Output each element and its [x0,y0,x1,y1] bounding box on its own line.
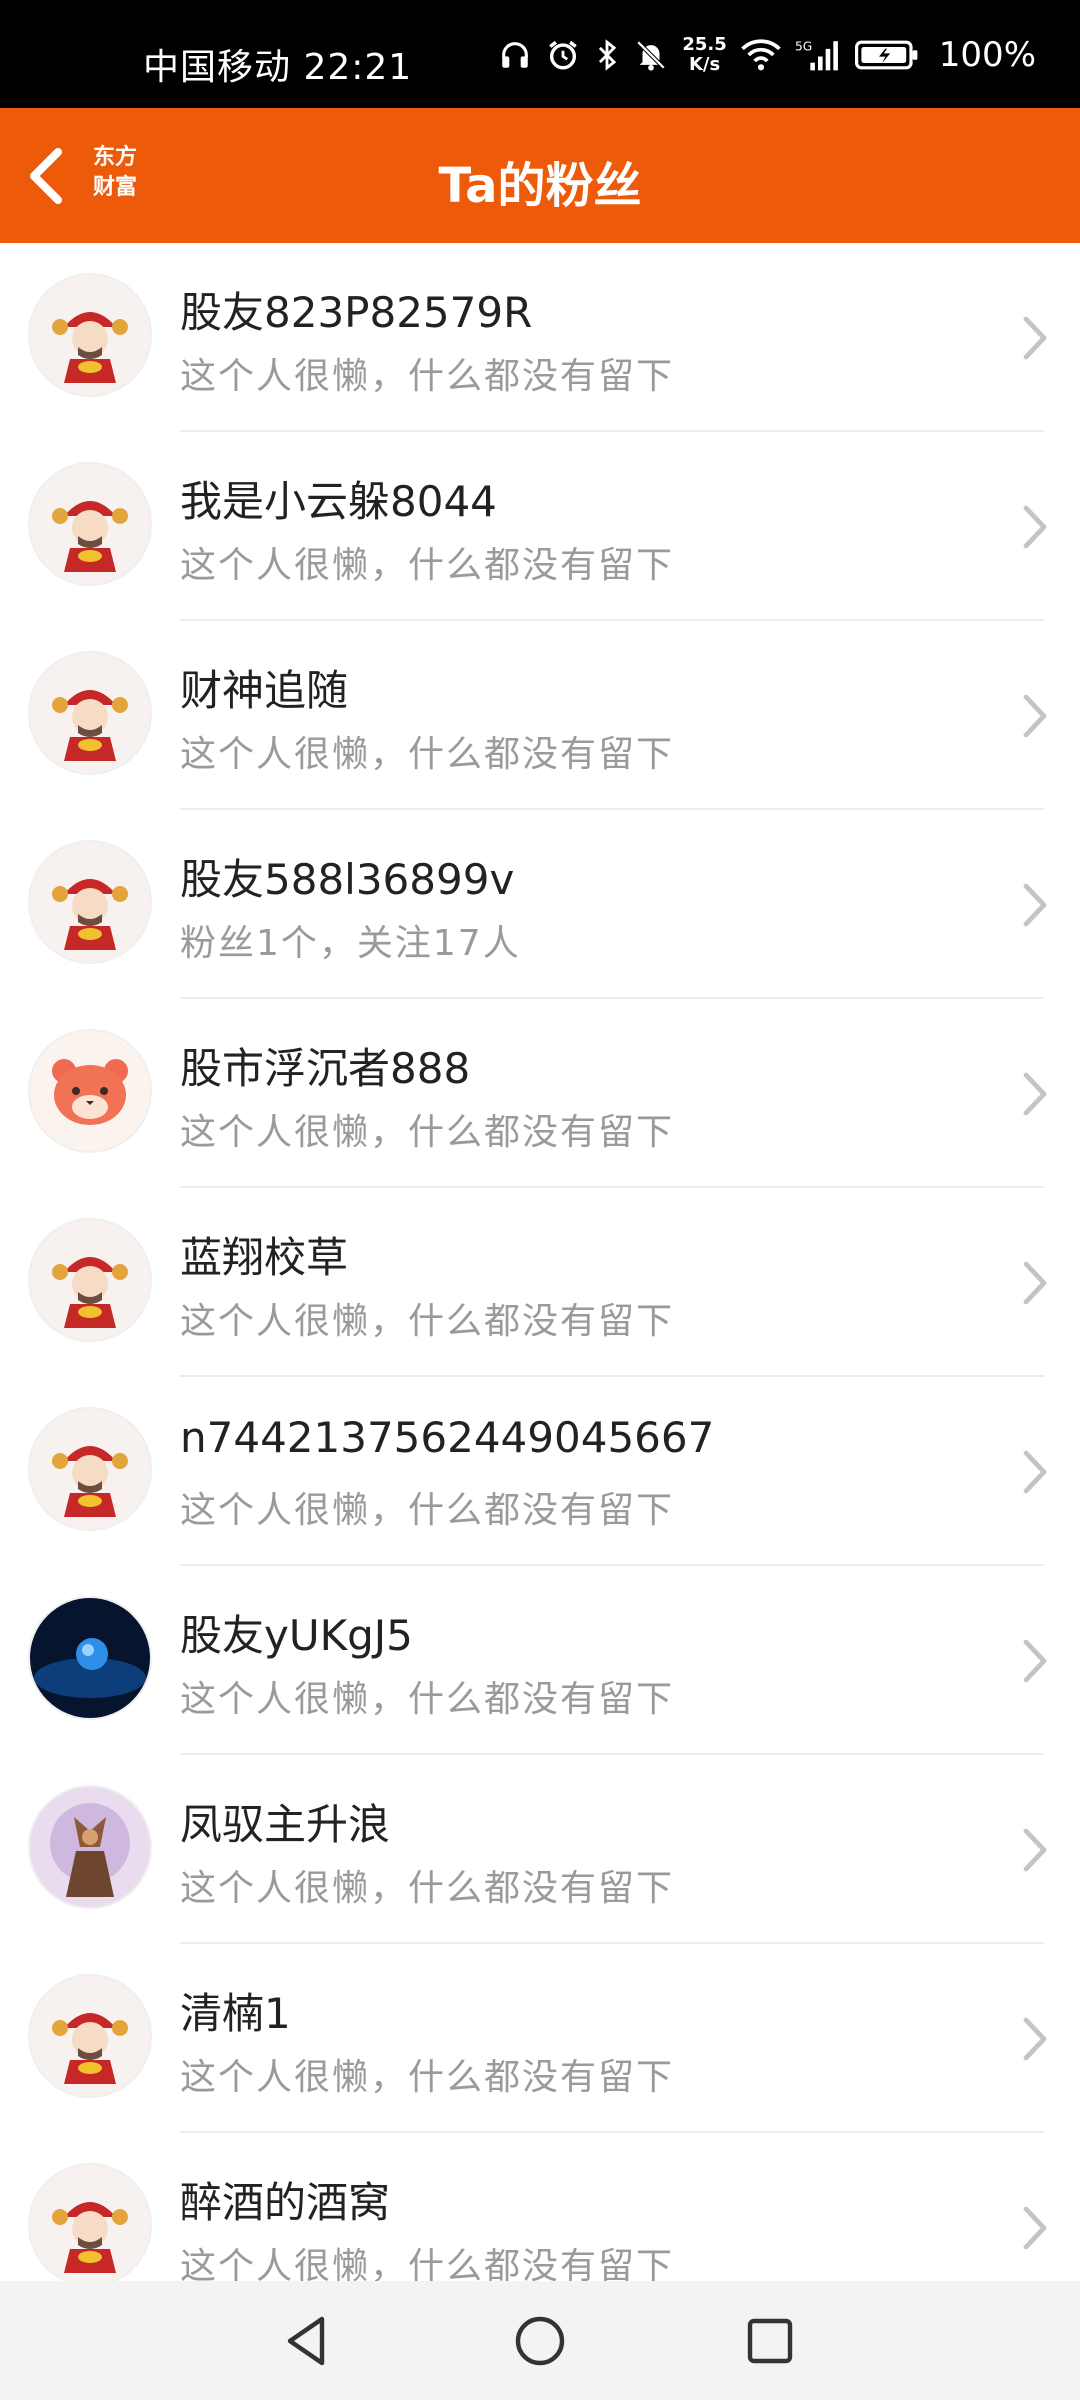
chevron-right-icon [1023,1450,1047,1494]
net-speed-unit: K/s [688,54,721,75]
god-of-wealth-avatar-icon [30,1409,150,1529]
fan-list-item[interactable]: 财神追随这个人很懒，什么都没有留下 [0,621,1080,810]
chevron-right-icon [1023,883,1047,927]
net-speed-value: 25.5 [682,34,727,55]
circle-home-icon [515,2316,565,2366]
fan-description: 这个人很懒，什么都没有留下 [180,1868,675,1909]
fan-list-item[interactable]: 清楠1 这个人很懒，什么都没有留下 [0,1944,1080,2133]
fan-name: 股市浮沉者888 [180,1044,471,1093]
fan-list-item[interactable]: 股友823P82579R 这个人很懒，什么都没有留下 [0,243,1080,432]
status-icons: 25.5 K/s 5G 100% [498,28,1036,82]
god-of-wealth-avatar-icon [30,653,150,773]
fan-list-item[interactable]: 股友yUKgJ5 这个人很懒，什么都没有留下 [0,1566,1080,1755]
app-header: 东方 财富 Ta的粉丝 [0,108,1080,243]
fans-list: 股友823P82579R 这个人很懒，什么都没有留下 我是小云躲8044 这个人很懒，… [0,243,1080,2281]
avatar[interactable] [30,464,150,584]
fan-list-item[interactable]: 醉酒的酒窝这个人很懒，什么都没有留下 [0,2133,1080,2281]
chevron-right-icon [1023,1828,1047,1872]
fan-description: 这个人很懒，什么都没有留下 [180,1112,675,1153]
net-speed: 25.5 K/s [682,35,726,75]
nav-back-button[interactable] [278,2311,338,2371]
god-of-wealth-avatar-icon [30,464,150,584]
fan-list-item[interactable]: n7442137562449045667 这个人很懒，什么都没有留下 [0,1377,1080,1566]
fan-name: 醉酒的酒窝 [180,2178,391,2227]
fan-name: 股友588l36899v [180,855,515,904]
blue-orb-avatar-icon [30,1598,150,1718]
warrior-avatar-icon [30,1787,150,1907]
avatar[interactable] [30,842,150,962]
alarm-icon [549,40,578,70]
chevron-right-icon [1023,505,1047,549]
god-of-wealth-avatar-icon [30,1976,150,2096]
fan-description: 这个人很懒，什么都没有留下 [180,1301,675,1342]
carrier-time: 中国移动 22:21 [143,47,413,88]
status-bar: 中国移动 22:21 25.5 K/s 5G 100% [0,0,1080,108]
headphones-icon [502,42,529,68]
fan-name: 财神追随 [180,666,349,715]
battery-percent: 100% [938,35,1036,75]
fan-description: 这个人很懒，什么都没有留下 [180,2057,675,2098]
battery-icon [854,40,918,70]
page-title: Ta的粉丝 [438,158,642,214]
avatar[interactable] [30,1976,150,2096]
triangle-back-icon [287,2316,325,2366]
fan-name: 清楠1 [180,1989,291,2038]
fan-name: 股友yUKgJ5 [180,1611,413,1660]
god-of-wealth-avatar-icon [30,842,150,962]
chevron-right-icon [1023,2206,1047,2250]
avatar[interactable] [30,275,150,395]
chevron-right-icon [1023,316,1047,360]
mute-bell-icon [637,40,666,71]
avatar[interactable] [30,653,150,773]
avatar[interactable] [30,1787,150,1907]
god-of-wealth-avatar-icon [30,275,150,395]
avatar[interactable] [30,1031,150,1151]
bluetooth-icon [599,39,617,71]
fan-list-item[interactable]: 我是小云躲8044 这个人很懒，什么都没有留下 [0,432,1080,621]
fan-list-item[interactable]: 蓝翔校草这个人很懒，什么都没有留下 [0,1188,1080,1377]
fan-description: 这个人很懒，什么都没有留下 [180,1679,675,1720]
fan-name: 我是小云躲8044 [180,477,497,526]
avatar[interactable] [30,1598,150,1718]
nav-home-button[interactable] [510,2311,570,2371]
god-of-wealth-avatar-icon [30,2165,150,2281]
avatar[interactable] [30,1220,150,1340]
system-nav-bar [0,2281,1080,2400]
fan-description: 这个人很懒，什么都没有留下 [180,1490,675,1531]
nav-recents-button[interactable] [740,2311,800,2371]
fan-list-item[interactable]: 股友588l36899v 粉丝1个，关注17人 [0,810,1080,999]
fan-description: 这个人很懒，什么都没有留下 [180,356,675,397]
fan-name: 凤驭主升浪 [180,1800,391,1849]
fan-description: 粉丝1个，关注17人 [180,923,521,964]
fan-description: 这个人很懒，什么都没有留下 [180,2246,675,2281]
fan-name: 蓝翔校草 [180,1233,349,1282]
avatar[interactable] [30,1409,150,1529]
fan-description: 这个人很懒，什么都没有留下 [180,545,675,586]
chevron-right-icon [1023,1639,1047,1683]
fan-name: n7442137562449045667 [180,1413,715,1462]
god-of-wealth-avatar-icon [30,1220,150,1340]
fan-description: 这个人很懒，什么都没有留下 [180,734,675,775]
fan-list-item[interactable]: 凤驭主升浪这个人很懒，什么都没有留下 [0,1755,1080,1944]
chevron-right-icon [1023,2017,1047,2061]
wifi-icon [741,39,781,71]
chevron-right-icon [1023,1261,1047,1305]
chevron-right-icon [1023,1072,1047,1116]
square-recents-icon [747,2318,793,2364]
signal-5g-icon: 5G [795,39,838,71]
chevron-right-icon [1023,694,1047,738]
tiger-avatar-icon [30,1031,150,1151]
fan-name: 股友823P82579R [180,288,533,337]
fan-list-item[interactable]: 股市浮沉者888 这个人很懒，什么都没有留下 [0,999,1080,1188]
avatar[interactable] [30,2165,150,2281]
svg-text:5G: 5G [795,39,812,53]
